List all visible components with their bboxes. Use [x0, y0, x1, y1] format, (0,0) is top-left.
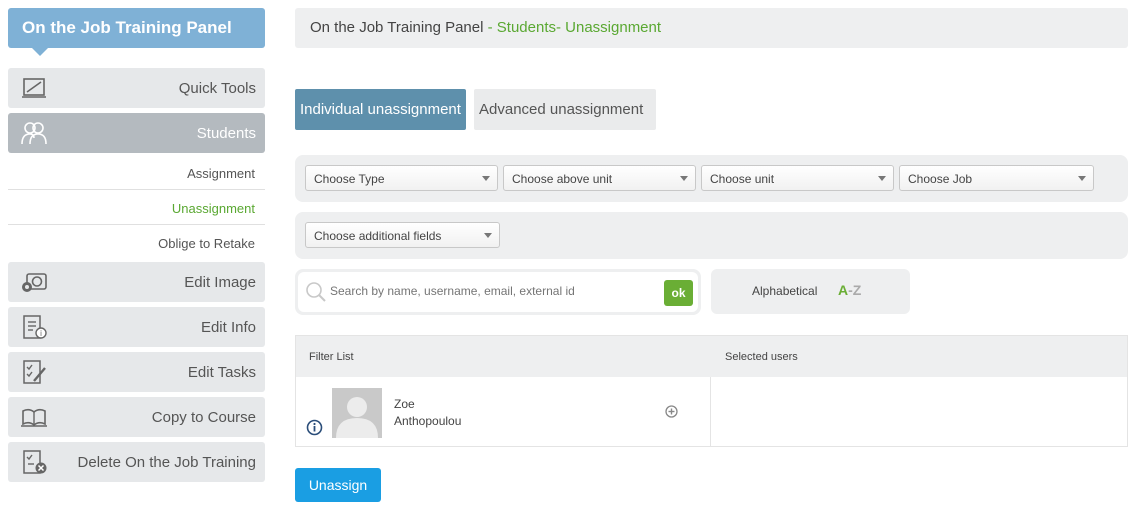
sidebar-item-label: Edit Tasks [187, 363, 256, 381]
breadcrumb-path: - Students- Unassignment [483, 19, 662, 36]
sidebar-item-label: Delete On the Job Training [77, 453, 256, 471]
select-value: Choose Type [314, 172, 385, 186]
sidebar-item-students[interactable]: Students [8, 113, 265, 153]
select-value: Choose unit [710, 172, 775, 186]
sidebar: On the Job Training Panel Quick Tools St… [8, 8, 265, 482]
user-first-name: Zoe [394, 397, 415, 411]
unassignment-tabs: Individual unassignment Advanced unassig… [295, 89, 656, 130]
choose-type-select[interactable]: Choose Type [305, 165, 498, 191]
chevron-down-icon [484, 233, 492, 238]
breadcrumb: On the Job Training Panel - Students- Un… [295, 8, 1128, 48]
sidebar-item-edit-info[interactable]: i Edit Info [8, 307, 265, 347]
edit-info-icon: i [20, 314, 48, 340]
sidebar-item-copy-to-course[interactable]: Copy to Course [8, 397, 265, 437]
sort-label: Alphabetical [752, 284, 818, 298]
add-user-icon[interactable] [665, 405, 678, 423]
submenu-item-oblige-to-retake[interactable]: Oblige to Retake [8, 225, 265, 260]
edit-tasks-icon [20, 359, 48, 385]
students-icon [20, 120, 48, 146]
users-table: Filter List Selected users Zoe Anthopoul… [295, 335, 1128, 447]
sidebar-item-delete-training[interactable]: Delete On the Job Training [8, 442, 265, 482]
sidebar-item-quick-tools[interactable]: Quick Tools [8, 68, 265, 108]
unassign-button[interactable]: Unassign [295, 468, 381, 502]
search-ok-button[interactable]: ok [664, 280, 693, 306]
alphabetical-sort[interactable]: Alphabetical A-Z [711, 269, 910, 314]
students-submenu: Assignment Unassignment Oblige to Retake [8, 155, 265, 260]
sidebar-item-label: Quick Tools [178, 79, 256, 97]
svg-text:i: i [40, 329, 42, 338]
sort-a: A [838, 282, 849, 298]
user-last-name: Anthopoulou [394, 414, 462, 428]
select-value: Choose above unit [512, 172, 613, 186]
chevron-down-icon [1078, 176, 1086, 181]
edit-image-icon [20, 269, 48, 295]
info-icon[interactable] [306, 419, 323, 441]
table-header: Filter List Selected users [296, 336, 1127, 377]
sidebar-item-label: Edit Info [200, 318, 256, 336]
additional-filter-bar: Choose additional fields [295, 212, 1128, 259]
filter-list-header: Filter List [309, 351, 354, 363]
sort-z: Z [852, 282, 862, 298]
choose-additional-fields-select[interactable]: Choose additional fields [305, 222, 500, 248]
panel-title-pointer [32, 48, 48, 56]
filter-bar: Choose Type Choose above unit Choose uni… [295, 155, 1128, 202]
search-field-wrapper: ok [298, 272, 698, 312]
delete-training-icon [20, 449, 48, 475]
search-box: ok [295, 269, 701, 315]
sidebar-item-label: Edit Image [184, 273, 256, 291]
avatar [332, 388, 382, 438]
tab-advanced-unassignment[interactable]: Advanced unassignment [474, 89, 656, 130]
chevron-down-icon [680, 176, 688, 181]
select-value: Choose additional fields [314, 229, 442, 243]
choose-unit-select[interactable]: Choose unit [701, 165, 894, 191]
tab-individual-unassignment[interactable]: Individual unassignment [295, 89, 466, 130]
search-icon [304, 280, 328, 309]
breadcrumb-root[interactable]: On the Job Training Panel [310, 19, 483, 36]
sort-az-toggle[interactable]: A-Z [838, 282, 861, 298]
choose-above-unit-select[interactable]: Choose above unit [503, 165, 696, 191]
sidebar-item-edit-image[interactable]: Edit Image [8, 262, 265, 302]
chevron-down-icon [878, 176, 886, 181]
submenu-item-assignment[interactable]: Assignment [8, 155, 265, 190]
main-content: On the Job Training Panel - Students- Un… [295, 8, 1128, 502]
user-name: Zoe Anthopoulou [394, 396, 461, 430]
chevron-down-icon [482, 176, 490, 181]
sidebar-item-label: Copy to Course [151, 408, 256, 426]
quick-tools-icon [20, 75, 48, 101]
panel-title: On the Job Training Panel [8, 8, 265, 56]
selected-users-header: Selected users [725, 351, 798, 363]
copy-to-course-icon [20, 404, 48, 430]
sidebar-item-label: Students [196, 124, 256, 142]
submenu-item-unassignment[interactable]: Unassignment [8, 190, 265, 225]
sidebar-item-edit-tasks[interactable]: Edit Tasks [8, 352, 265, 392]
search-input[interactable] [330, 284, 650, 298]
choose-job-select[interactable]: Choose Job [899, 165, 1094, 191]
select-value: Choose Job [908, 172, 973, 186]
panel-title-text: On the Job Training Panel [22, 18, 232, 37]
column-divider [710, 377, 711, 447]
